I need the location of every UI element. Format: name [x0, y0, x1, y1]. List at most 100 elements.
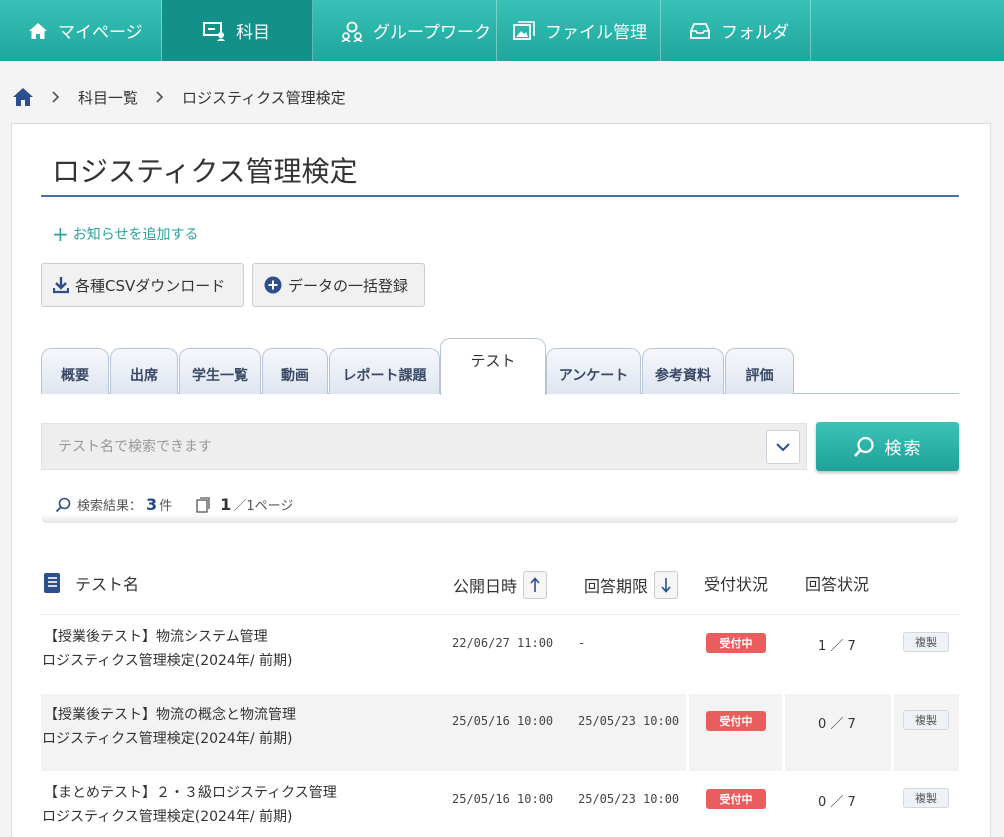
nav-folder[interactable]: フォルダ — [661, 0, 811, 61]
status-badge: 受付中 — [706, 633, 766, 653]
chevron-right-icon — [52, 91, 60, 103]
csv-download-label: 各種CSVダウンロード — [75, 276, 226, 295]
add-notice-label: お知らせを追加する — [72, 227, 199, 243]
search-results-summary: 検索結果： 3 件 1 ／1ページ — [55, 495, 293, 514]
download-icon — [53, 277, 69, 294]
inbox-icon — [690, 22, 710, 39]
answer-status: 0 ／ 7 — [818, 717, 856, 732]
page-suffix: ／1ページ — [233, 499, 294, 514]
results-divider — [41, 514, 959, 523]
col-test-name: テスト名 — [41, 571, 139, 595]
chevron-down-icon — [776, 442, 790, 451]
nav-subjects-label: 科目 — [236, 23, 270, 43]
presentation-icon — [203, 21, 225, 41]
tab-surveys[interactable]: アンケート — [546, 348, 641, 394]
col-test-name-label: テスト名 — [75, 575, 140, 594]
tab-students[interactable]: 学生一覧 — [179, 348, 261, 394]
table-header-divider — [41, 614, 959, 615]
search-button-label: 検索 — [884, 439, 923, 459]
search-icon — [55, 497, 71, 512]
sort-publish-button[interactable] — [523, 571, 548, 599]
results-unit: 件 — [159, 499, 173, 514]
home-icon — [29, 22, 47, 39]
tab-tests[interactable]: テスト — [440, 338, 546, 395]
bulk-register-button[interactable]: データの一括登録 — [252, 263, 425, 307]
search-dropdown-button[interactable] — [766, 430, 800, 464]
bulk-register-label: データの一括登録 — [288, 276, 409, 295]
breadcrumb: 科目一覧 ロジスティクス管理検定 — [12, 84, 346, 110]
nav-folder-label: フォルダ — [721, 23, 789, 43]
col-publish-label: 公開日時 — [453, 577, 518, 596]
answer-status: 1 ／ 7 — [818, 639, 856, 654]
nav-mypage-label: マイページ — [58, 23, 143, 43]
test-title-link[interactable]: 【まとめテスト】２・３級ロジスティクス管理 — [44, 782, 337, 802]
csv-download-button[interactable]: 各種CSVダウンロード — [41, 263, 244, 307]
arrow-down-icon — [661, 578, 671, 593]
plus-icon: + — [52, 222, 69, 246]
nav-groupwork[interactable]: グループワーク — [313, 0, 497, 61]
nav-file-management-label: ファイル管理 — [545, 23, 647, 43]
test-course: ロジスティクス管理検定(2024年/ 前期) — [42, 731, 293, 747]
group-icon — [341, 21, 363, 42]
nav-file-management[interactable]: ファイル管理 — [497, 0, 661, 61]
breadcrumb-current: ロジスティクス管理検定 — [182, 88, 346, 107]
top-nav: マイページ 科目 グループワーク ファイル管理 フォルダ — [0, 0, 1004, 61]
publish-date: 22/06/27 11:00 — [452, 636, 554, 650]
search-input[interactable] — [42, 424, 760, 469]
add-notice-link[interactable]: + お知らせを追加する — [52, 224, 199, 244]
search-button[interactable]: 検索 — [816, 422, 959, 471]
duplicate-button[interactable]: 複製 — [903, 632, 949, 652]
publish-date: 25/05/16 10:00 — [452, 792, 554, 806]
tab-evaluation[interactable]: 評価 — [725, 348, 794, 394]
search-icon — [853, 436, 874, 457]
test-title-link[interactable]: 【授業後テスト】物流の概念と物流管理 — [44, 704, 296, 724]
arrow-up-icon — [530, 577, 540, 592]
status-badge: 受付中 — [706, 711, 766, 731]
test-course: ロジスティクス管理検定(2024年/ 前期) — [42, 809, 293, 825]
results-count: 3 — [146, 495, 158, 514]
tab-attendance[interactable]: 出席 — [110, 348, 178, 394]
sort-deadline-button[interactable] — [654, 571, 679, 599]
answer-status: 0 ／ 7 — [818, 795, 856, 810]
page-title: ロジスティクス管理検定 — [52, 155, 358, 188]
duplicate-button[interactable]: 複製 — [903, 710, 949, 730]
col-answers: 回答状況 — [805, 575, 870, 594]
publish-date: 25/05/16 10:00 — [452, 714, 554, 728]
table-row: 【まとめテスト】２・３級ロジスティクス管理 ロジスティクス管理検定(2024年/… — [41, 772, 959, 837]
col-deadline: 回答期限 — [584, 571, 679, 599]
col-deadline-label: 回答期限 — [584, 577, 649, 596]
tab-overview[interactable]: 概要 — [41, 348, 109, 394]
nav-groupwork-label: グループワーク — [373, 23, 491, 43]
search-box — [41, 423, 807, 470]
title-divider — [41, 195, 959, 197]
test-title-link[interactable]: 【授業後テスト】物流システム管理 — [44, 626, 268, 646]
page-icon — [196, 496, 210, 513]
cell-divider — [686, 694, 689, 771]
table-row: 【授業後テスト】物流システム管理 ロジスティクス管理検定(2024年/ 前期) … — [41, 616, 959, 693]
deadline-date: 25/05/23 10:00 — [578, 714, 680, 728]
table-row: 【授業後テスト】物流の概念と物流管理 ロジスティクス管理検定(2024年/ 前期… — [41, 694, 959, 771]
plus-circle-icon — [264, 276, 282, 294]
chevron-right-icon — [156, 91, 164, 103]
image-file-icon — [513, 20, 535, 40]
col-publish: 公開日時 — [453, 571, 548, 599]
col-reception: 受付状況 — [704, 575, 769, 594]
page-number: 1 — [220, 495, 232, 514]
breadcrumb-subject-list[interactable]: 科目一覧 — [78, 87, 138, 108]
nav-mypage[interactable]: マイページ — [0, 0, 162, 61]
test-course: ロジスティクス管理検定(2024年/ 前期) — [42, 653, 293, 669]
cell-divider — [782, 694, 785, 771]
results-prefix: 検索結果： — [77, 499, 143, 514]
tab-videos[interactable]: 動画 — [262, 348, 328, 394]
cell-divider — [891, 694, 894, 771]
status-badge: 受付中 — [706, 789, 766, 809]
book-icon — [44, 573, 60, 593]
tab-reports[interactable]: レポート課題 — [329, 348, 440, 394]
duplicate-button[interactable]: 複製 — [903, 788, 949, 808]
deadline-date: - — [578, 636, 586, 650]
deadline-date: 25/05/23 10:00 — [578, 792, 680, 806]
page-indicator: 1 ／1ページ — [196, 495, 293, 514]
nav-subjects[interactable]: 科目 — [162, 0, 313, 61]
tab-references[interactable]: 参考資料 — [642, 348, 724, 394]
home-icon[interactable] — [12, 87, 34, 107]
